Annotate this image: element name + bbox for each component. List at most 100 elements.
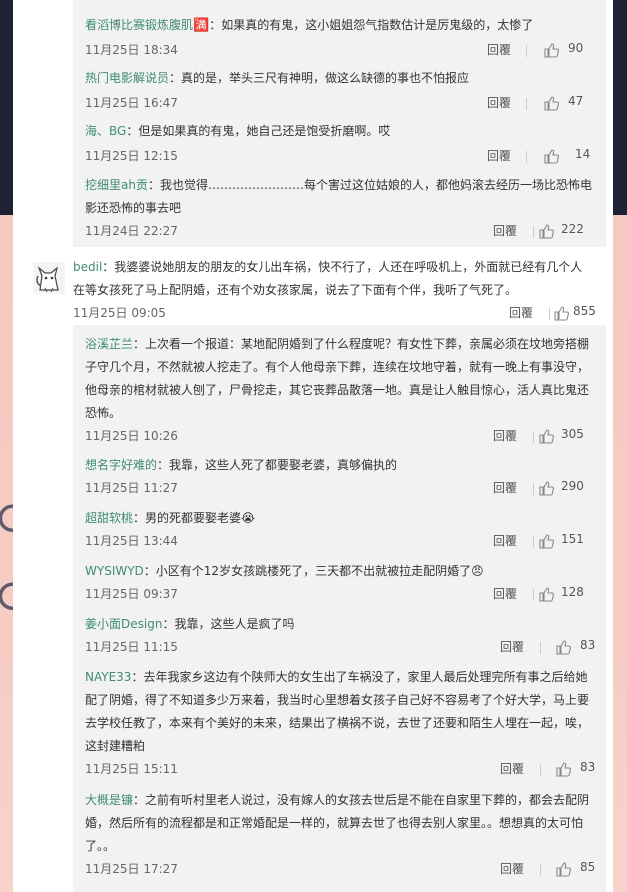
reply-item: 热门电影解说员：真的是，举头三尺有神明，做这么缺德的事也不怕报应 11月25日 … xyxy=(85,67,593,111)
reply-meta: 11月25日 11:15 回覆 83 xyxy=(85,638,596,658)
divider xyxy=(526,45,527,57)
reply-text: 海、BG：但是如果真的有鬼，她自己还是饱受折磨啊。哎 xyxy=(85,124,391,138)
reply-username[interactable]: 挖细里ah贡 xyxy=(85,178,148,192)
reply-time: 11月24日 22:27 xyxy=(85,224,178,238)
divider xyxy=(549,308,550,320)
like-count: 128 xyxy=(561,585,584,599)
divider xyxy=(526,98,527,110)
top-strip xyxy=(73,0,606,6)
thumbs-up-icon[interactable] xyxy=(538,533,554,549)
thumbs-up-icon[interactable] xyxy=(538,586,554,602)
reply-item: NAYE33：去年我家乡这边有个陕师大的女生出了车祸没了，家里人最后处理完所有事… xyxy=(85,666,595,777)
reply-button[interactable]: 回覆 xyxy=(500,760,524,777)
like-count: 305 xyxy=(561,427,584,441)
angry-emoji-icon: 😠 xyxy=(471,564,484,578)
comment-panel: 看滔博比赛锻炼腹肌🈵：如果真的有鬼，这小姐姐怨气指数估计是厉鬼级的，太惨了 11… xyxy=(13,0,613,892)
divider xyxy=(540,764,541,776)
reply-time: 11月25日 18:34 xyxy=(85,43,178,57)
crying-emoji-icon: 😭 xyxy=(241,511,256,525)
reply-text: 超甜软桃：男的死都要娶老婆😭 xyxy=(85,511,256,525)
reply-time: 11月25日 12:15 xyxy=(85,149,178,163)
like-count: 85 xyxy=(580,860,596,874)
reply-username[interactable]: 想名字好难的 xyxy=(85,458,157,472)
comment-item: bedil：我婆婆说她朋友的朋友的女儿出车祸，快不行了，人还在呼吸机上，外面就已… xyxy=(73,256,596,321)
reply-username[interactable]: 浴溪芷兰 xyxy=(85,337,133,351)
divider xyxy=(533,483,534,495)
divider xyxy=(540,642,541,654)
reply-button[interactable]: 回覆 xyxy=(509,304,533,321)
avatar[interactable] xyxy=(33,262,65,294)
reply-button[interactable]: 回覆 xyxy=(493,585,517,602)
thumbs-up-icon[interactable] xyxy=(555,761,571,777)
comment-text: bedil：我婆婆说她朋友的朋友的女儿出车祸，快不行了，人还在呼吸机上，外面就已… xyxy=(73,260,583,297)
reply-username[interactable]: 超甜软桃 xyxy=(85,511,133,525)
reply-username[interactable]: NAYE33 xyxy=(85,670,131,684)
reply-item: 看滔博比赛锻炼腹肌🈵：如果真的有鬼，这小姐姐怨气指数估计是厉鬼级的，太惨了 11… xyxy=(85,14,593,58)
reply-username[interactable]: 海、BG xyxy=(85,124,126,138)
reply-button[interactable]: 回覆 xyxy=(487,147,511,164)
comment-meta: 11月25日 09:05 回覆 855 xyxy=(73,304,596,324)
reply-username[interactable]: 姜小面Design xyxy=(85,617,162,631)
divider xyxy=(540,864,541,876)
reply-button[interactable]: 回覆 xyxy=(500,860,524,877)
reply-username[interactable]: WYSIWYD xyxy=(85,564,144,578)
reply-item: 海、BG：但是如果真的有鬼，她自己还是饱受折磨啊。哎 11月25日 12:15 … xyxy=(85,120,593,164)
reply-text: 浴溪芷兰：上次看一个报道：某地配阴婚到了什么程度呢？有女性下葬，亲属必须在坟地旁… xyxy=(85,337,590,420)
thumbs-up-icon[interactable] xyxy=(555,861,571,877)
reply-meta: 11月25日 11:27 回覆 290 xyxy=(85,479,593,499)
reply-text: 热门电影解说员：真的是，举头三尺有神明，做这么缺德的事也不怕报应 xyxy=(85,71,470,85)
like-count: 290 xyxy=(561,479,584,493)
thumbs-up-icon[interactable] xyxy=(538,223,554,239)
reply-item: 超甜软桃：男的死都要娶老婆😭 11月25日 13:44 回覆 151 xyxy=(85,507,593,549)
thumbs-up-icon[interactable] xyxy=(543,148,559,164)
like-count: 222 xyxy=(561,222,584,236)
thumbs-up-icon[interactable] xyxy=(555,639,571,655)
reply-button[interactable]: 回覆 xyxy=(493,427,517,444)
like-count: 47 xyxy=(568,94,584,108)
reply-username[interactable]: 看滔博比赛锻炼腹肌 xyxy=(85,18,193,32)
reply-text: 想名字好难的：我靠，这些人死了都要娶老婆，真够偏执的 xyxy=(85,458,398,472)
reply-time: 11月25日 10:26 xyxy=(85,429,178,443)
reply-time: 11月25日 11:27 xyxy=(85,481,178,495)
comment-username[interactable]: bedil xyxy=(73,260,102,274)
thumbs-up-icon[interactable] xyxy=(538,428,554,444)
thumbs-up-icon[interactable] xyxy=(543,42,559,58)
reply-meta: 11月25日 18:34 回覆 90 xyxy=(85,41,593,61)
reply-username[interactable]: 大概是镰 xyxy=(85,793,133,807)
reply-time: 11月25日 13:44 xyxy=(85,534,178,548)
reply-text: 挖细里ah贡：我也觉得……………………每个害过这位姑娘的人，都他妈滚去经历一场比… xyxy=(85,178,592,215)
reply-meta: 11月25日 13:44 回覆 151 xyxy=(85,532,593,552)
reply-thread: 看滔博比赛锻炼腹肌🈵：如果真的有鬼，这小姐姐怨气指数估计是厉鬼级的，太惨了 11… xyxy=(73,0,606,247)
thumbs-up-icon[interactable] xyxy=(538,480,554,496)
like-count: 83 xyxy=(580,638,596,652)
divider xyxy=(533,536,534,548)
reply-button[interactable]: 回覆 xyxy=(500,638,524,655)
reply-button[interactable]: 回覆 xyxy=(487,94,511,111)
divider xyxy=(526,151,527,163)
thumbs-up-icon[interactable] xyxy=(543,95,559,111)
reply-button[interactable]: 回覆 xyxy=(493,222,517,239)
reply-meta: 11月25日 17:27 回覆 85 xyxy=(85,860,596,880)
reply-button[interactable]: 回覆 xyxy=(487,41,511,58)
like-count: 90 xyxy=(568,41,584,55)
user-badge-icon: 🈵 xyxy=(193,18,210,33)
reply-text: 大概是镰：之前有听村里老人说过，没有嫁人的女孩去世后是不能在自家里下葬的，都会去… xyxy=(85,793,590,853)
reply-time: 11月25日 16:47 xyxy=(85,96,178,110)
reply-text: NAYE33：去年我家乡这边有个陕师大的女生出了车祸没了，家里人最后处理完所有事… xyxy=(85,670,590,753)
reply-time: 11月25日 11:15 xyxy=(85,640,178,654)
reply-item: 姜小面Design：我靠，这些人是疯了吗 11月25日 11:15 回覆 83 xyxy=(85,613,595,655)
reply-button[interactable]: 回覆 xyxy=(493,532,517,549)
like-count: 855 xyxy=(573,304,596,318)
reply-meta: 11月25日 15:11 回覆 83 xyxy=(85,760,596,780)
comment-time: 11月25日 09:05 xyxy=(73,306,166,320)
divider xyxy=(533,431,534,443)
reply-item: 浴溪芷兰：上次看一个报道：某地配阴婚到了什么程度呢？有女性下葬，亲属必须在坟地旁… xyxy=(85,333,593,444)
like-count: 83 xyxy=(580,760,596,774)
reply-username[interactable]: 热门电影解说员 xyxy=(85,71,169,85)
thumbs-up-icon[interactable] xyxy=(553,305,569,321)
divider xyxy=(533,226,534,238)
reply-button[interactable]: 回覆 xyxy=(493,479,517,496)
like-count: 151 xyxy=(561,532,584,546)
reply-time: 11月25日 09:37 xyxy=(85,587,178,601)
reply-text: WYSIWYD：小区有个12岁女孩跳楼死了，三天都不出就被拉走配阴婚了😠 xyxy=(85,564,484,578)
